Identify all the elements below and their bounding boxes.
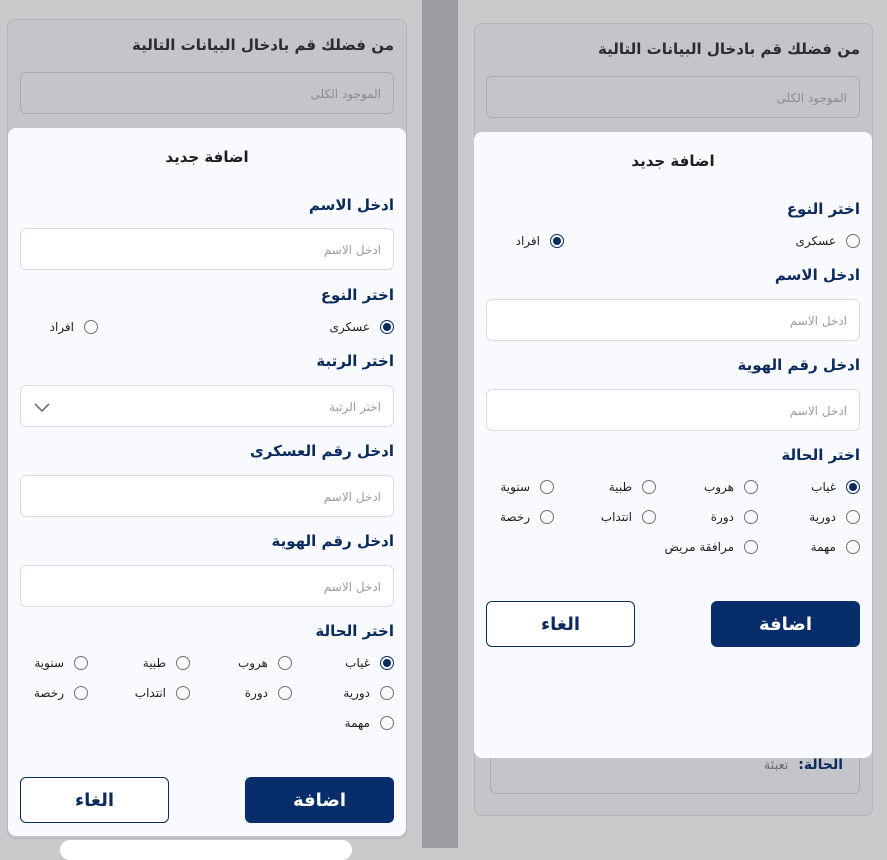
radio-checked-icon (846, 480, 860, 494)
id-number-input[interactable]: ادخل الاسم (20, 565, 394, 607)
radio-unchecked-icon (642, 480, 656, 494)
radio-unchecked-icon (74, 656, 88, 670)
radio-unchecked-icon (84, 320, 98, 334)
modal-title: اضافة جديد (165, 148, 249, 166)
status-option-course[interactable]: دورة (711, 510, 758, 524)
add-button[interactable]: اضافة (711, 601, 860, 647)
status-option-escape[interactable]: هروب (704, 480, 758, 494)
name-input[interactable]: ادخل الاسم (20, 228, 394, 270)
radio-checked-icon (550, 234, 564, 248)
military-number-label: ادخل رقم العسكرى (249, 442, 394, 460)
status-option-medical[interactable]: طبية (143, 656, 190, 670)
rank-label: اختر الرتبة (316, 352, 394, 370)
type-label: اختر النوع (320, 286, 394, 304)
radio-unchecked-icon (744, 510, 758, 524)
radio-unchecked-icon (176, 656, 190, 670)
radio-unchecked-icon (744, 480, 758, 494)
chevron-down-icon (34, 403, 50, 413)
status-label: اختر الحالة (781, 446, 860, 464)
name-input[interactable]: ادخل الاسم (486, 299, 860, 341)
form-heading: من فضلك قم بادخال البيانات التالية (598, 40, 860, 58)
add-new-modal-left: اضافة جديد ادخل الاسم ادخل الاسم اختر ال… (8, 128, 406, 836)
status-value: تعبئة (763, 758, 789, 773)
status-option-medical[interactable]: طبية (609, 480, 656, 494)
status-option-annual[interactable]: سنوية (500, 480, 554, 494)
add-button[interactable]: اضافة (245, 777, 394, 823)
status-option-secondment[interactable]: انتداب (135, 686, 190, 700)
radio-unchecked-icon (642, 510, 656, 524)
status-label: اختر الحالة (315, 622, 394, 640)
radio-unchecked-icon (744, 540, 758, 554)
type-option-individuals[interactable]: افراد (516, 234, 564, 248)
radio-unchecked-icon (540, 510, 554, 524)
radio-unchecked-icon (846, 510, 860, 524)
status-option-absence[interactable]: غياب (345, 656, 394, 670)
type-option-military[interactable]: عسكرى (329, 320, 394, 334)
military-number-input[interactable]: ادخل الاسم (20, 475, 394, 517)
radio-unchecked-icon (380, 716, 394, 730)
radio-unchecked-icon (380, 686, 394, 700)
modal-title: اضافة جديد (631, 152, 715, 170)
status-option-mission[interactable]: مهمة (345, 716, 394, 730)
id-number-label: ادخل رقم الهوية (271, 532, 394, 550)
bottom-bar-left (60, 840, 352, 860)
status-option-escape[interactable]: هروب (238, 656, 292, 670)
radio-unchecked-icon (846, 234, 860, 248)
radio-unchecked-icon (846, 540, 860, 554)
form-heading: من فضلك قم بادخال البيانات التالية (132, 36, 394, 54)
type-label: اختر النوع (786, 200, 860, 218)
cancel-button[interactable]: الغاء (486, 601, 635, 647)
name-label: ادخل الاسم (774, 266, 860, 284)
id-number-input[interactable]: ادخل الاسم (486, 389, 860, 431)
radio-unchecked-icon (540, 480, 554, 494)
cancel-button[interactable]: الغاء (20, 777, 169, 823)
rank-select[interactable]: اختر الرتبة (20, 385, 394, 427)
total-input[interactable]: الموجود الكلى (486, 76, 860, 118)
status-option-course[interactable]: دورة (245, 686, 292, 700)
type-option-military[interactable]: عسكرى (795, 234, 860, 248)
radio-checked-icon (380, 656, 394, 670)
status-option-leave[interactable]: رخصة (500, 510, 554, 524)
radio-unchecked-icon (278, 656, 292, 670)
add-new-modal-right: اضافة جديد اختر النوع عسكرى افراد ادخل ا… (474, 132, 872, 758)
screen-divider (422, 0, 458, 848)
type-option-individuals[interactable]: افراد (50, 320, 98, 334)
status-option-annual[interactable]: سنوية (34, 656, 88, 670)
radio-checked-icon (380, 320, 394, 334)
name-label: ادخل الاسم (308, 196, 394, 214)
status-option-patrol[interactable]: دورية (343, 686, 394, 700)
status-option-absence[interactable]: غياب (811, 480, 860, 494)
radio-unchecked-icon (278, 686, 292, 700)
status-option-mission[interactable]: مهمة (811, 540, 860, 554)
status-option-patrol[interactable]: دورية (809, 510, 860, 524)
id-number-label: ادخل رقم الهوية (737, 356, 860, 374)
total-input[interactable]: الموجود الكلى (20, 72, 394, 114)
status-label: الحالة: (798, 757, 843, 773)
status-option-secondment[interactable]: انتداب (601, 510, 656, 524)
status-option-leave[interactable]: رخصة (34, 686, 88, 700)
status-option-patient-escort[interactable]: مرافقة مريض (664, 540, 758, 554)
radio-unchecked-icon (176, 686, 190, 700)
radio-unchecked-icon (74, 686, 88, 700)
